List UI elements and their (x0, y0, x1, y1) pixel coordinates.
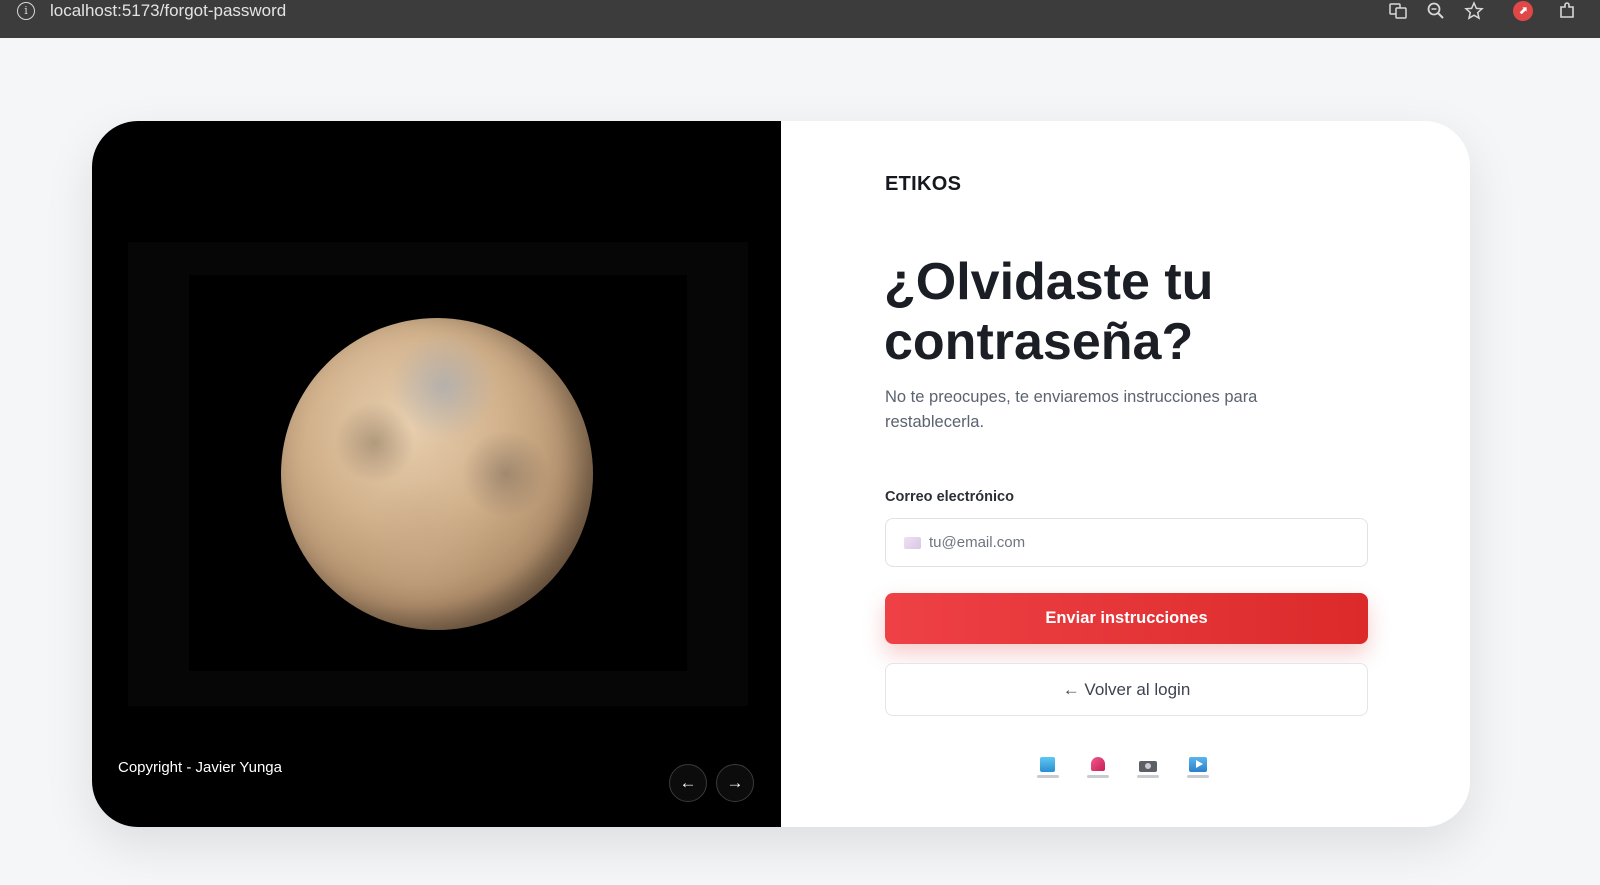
next-slide-button[interactable]: → (716, 764, 754, 802)
form-panel: ETIKOS ¿Olvidaste tu contraseña? No te p… (781, 121, 1470, 827)
translate-icon[interactable] (1387, 1, 1409, 23)
facebook-icon[interactable] (1037, 756, 1059, 778)
browser-toolbar: i localhost:5173/forgot-password ⬈ (0, 0, 1600, 38)
info-icon[interactable]: i (17, 2, 35, 20)
address-bar[interactable]: localhost:5173/forgot-password (50, 0, 286, 22)
mars-planet-image (281, 318, 593, 630)
back-to-login-button[interactable]: ← Volver al login (885, 663, 1368, 716)
mail-icon (904, 537, 921, 549)
email-input[interactable] (929, 519, 1359, 566)
send-instructions-button[interactable]: Enviar instrucciones (885, 593, 1368, 644)
prev-slide-button[interactable]: ← (669, 764, 707, 802)
instagram-icon[interactable] (1087, 756, 1109, 778)
email-field-wrapper[interactable] (885, 518, 1368, 567)
hero-panel: Copyright - Javier Yunga ← → (92, 121, 781, 827)
zoom-icon[interactable] (1425, 1, 1447, 23)
star-icon[interactable] (1463, 1, 1485, 23)
page-subtitle: No te preocupes, te enviaremos instrucci… (885, 388, 1258, 431)
extension-red-icon[interactable]: ⬈ (1513, 1, 1533, 21)
social-links (1037, 756, 1209, 778)
page-title: ¿Olvidaste tu contraseña? (884, 253, 1214, 371)
auth-card: Copyright - Javier Yunga ← → ETIKOS ¿Olv… (92, 121, 1470, 827)
brand-logo: ETIKOS (885, 173, 962, 195)
extensions-puzzle-icon[interactable] (1556, 1, 1578, 23)
camera-icon[interactable] (1137, 756, 1159, 778)
youtube-icon[interactable] (1187, 756, 1209, 778)
email-label: Correo electrónico (885, 489, 1014, 505)
copyright-text: Copyright - Javier Yunga (118, 759, 282, 776)
